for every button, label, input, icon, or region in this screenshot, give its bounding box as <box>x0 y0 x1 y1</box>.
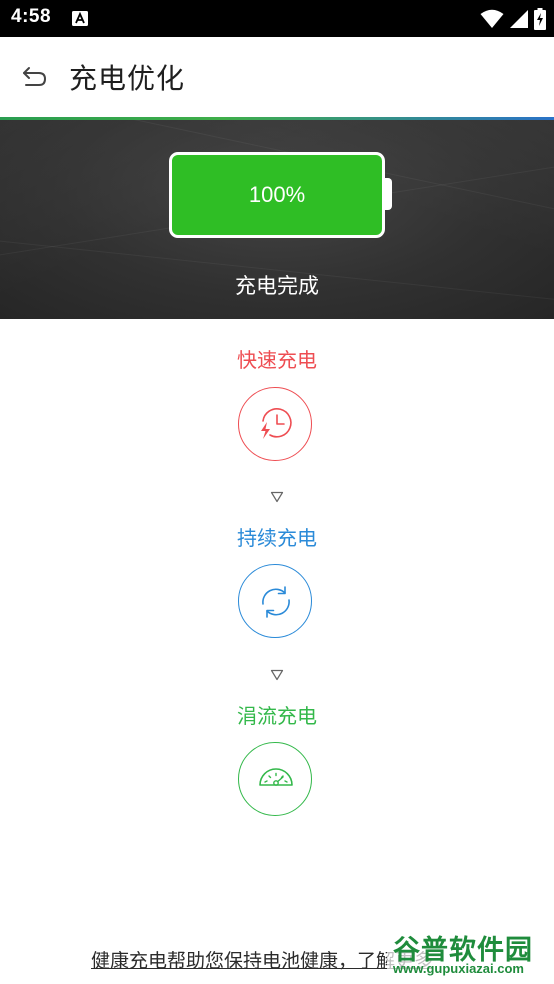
refresh-icon <box>262 586 290 618</box>
stage-label-trickle: 涓流充电 <box>237 704 317 728</box>
app-bar: 充电优化 <box>0 37 554 117</box>
watermark-url: www.gupuxiazai.com <box>393 961 524 976</box>
stage-trickle-charge <box>238 742 312 816</box>
stage-label-fast: 快速充电 <box>237 348 317 372</box>
site-watermark: 谷普软件园 www.gupuxiazai.com <box>387 925 552 981</box>
stage-fast-charge <box>238 387 312 461</box>
arrow-down-icon <box>270 669 284 681</box>
page-title: 充电优化 <box>69 62 186 95</box>
speedometer-icon <box>259 768 293 786</box>
a-icon <box>72 11 88 26</box>
battery-cap <box>384 178 392 210</box>
learn-more-link[interactable]: 健康充电帮助您保持电池健康，了解更多 <box>91 946 433 973</box>
battery-status-panel: 100% 充电完成 <box>0 120 554 319</box>
battery-level-text: 100% <box>248 182 306 207</box>
status-bar: 4:58 <box>0 0 554 37</box>
battery-gauge: 100% <box>169 152 385 238</box>
charge-status-text: 充电完成 <box>235 274 319 298</box>
back-arrow-icon[interactable] <box>20 63 50 91</box>
battery-icon <box>534 8 546 30</box>
status-time: 4:58 <box>11 6 52 27</box>
wifi-icon <box>480 9 504 28</box>
signal-icon <box>510 10 528 28</box>
stage-continuous-charge <box>238 564 312 638</box>
stage-label-continuous: 持续充电 <box>237 526 317 550</box>
status-icons <box>480 7 546 31</box>
arrow-down-icon <box>270 491 284 503</box>
fast-charge-clock-icon <box>261 408 292 439</box>
